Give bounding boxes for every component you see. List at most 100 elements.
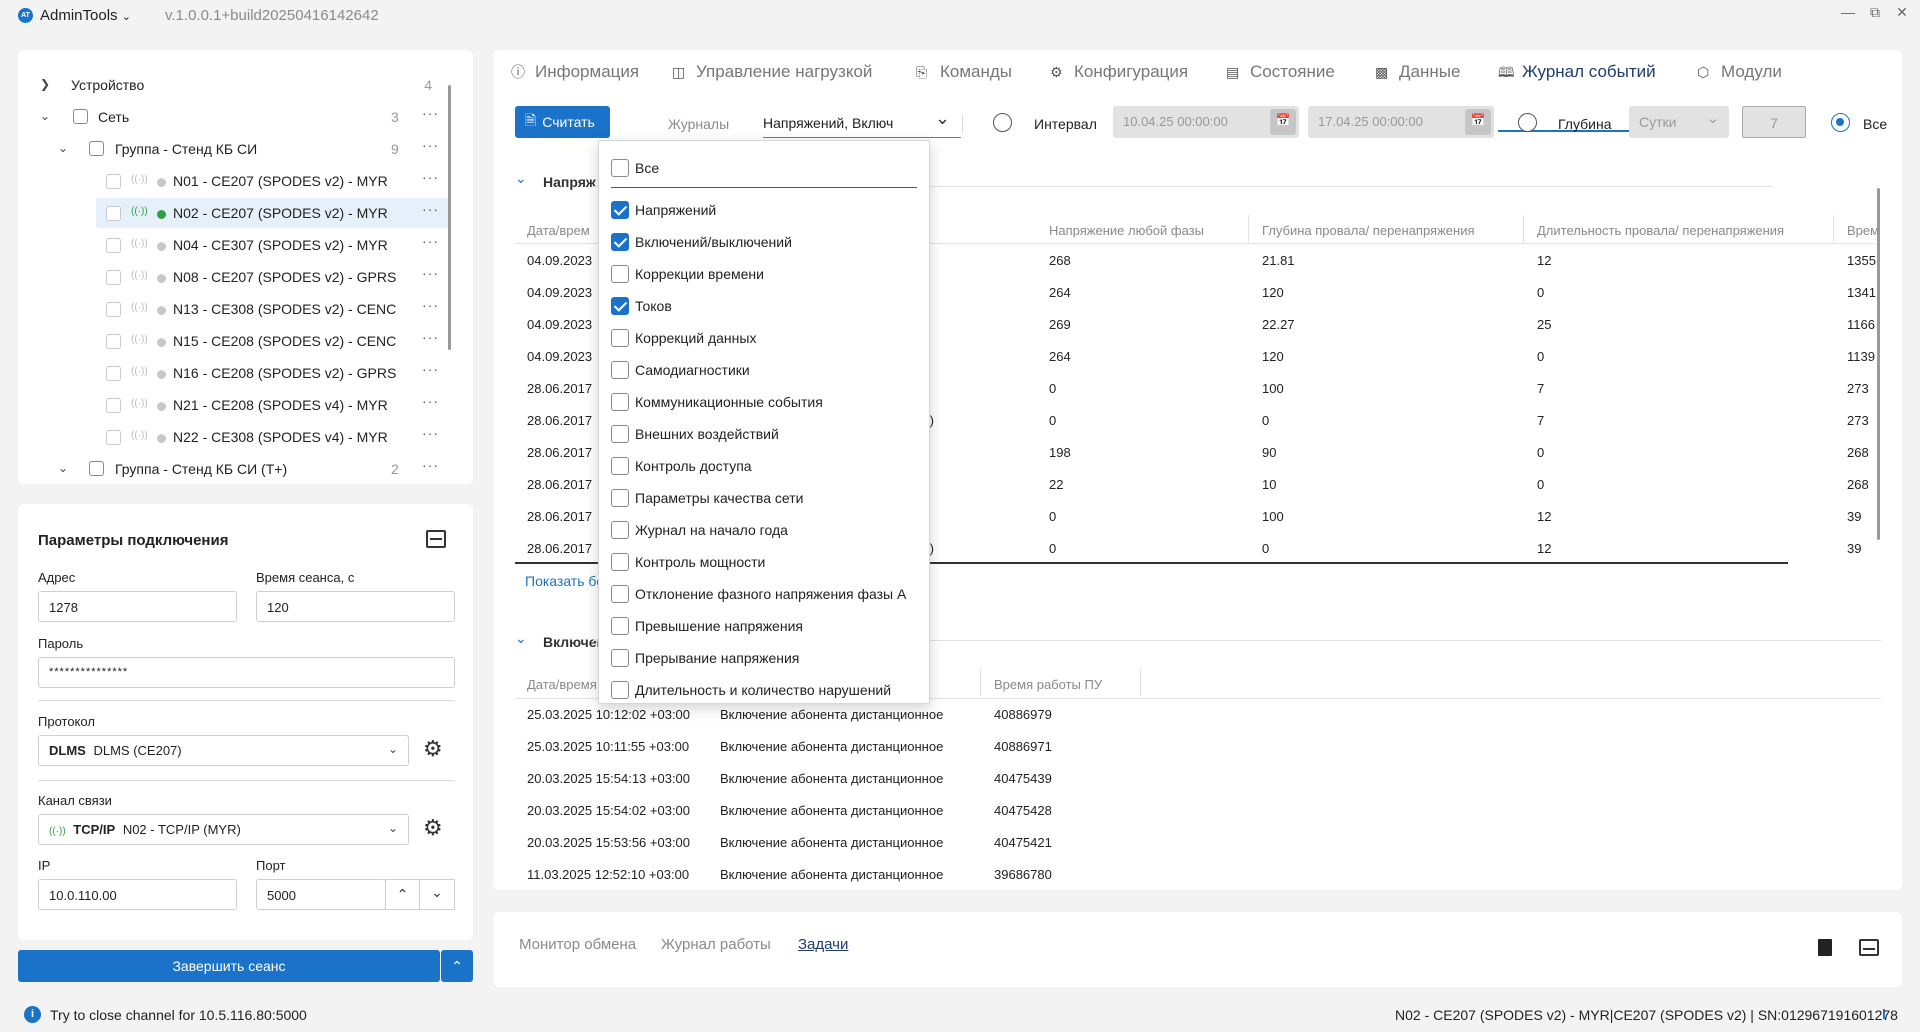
chevron-down-icon[interactable]: ⌄ [58,141,70,155]
depth-unit-select[interactable]: Сутки ⌄ [1629,106,1729,138]
more-options-icon[interactable]: ··· [422,233,438,249]
ip-field[interactable]: 10.0.110.00 [38,879,237,910]
chevron-down-icon[interactable]: ⌄ [515,630,527,647]
tree-node-network[interactable]: ⌄ Сеть 3 ··· [18,102,448,132]
journal-checkbox[interactable] [611,393,629,411]
tree-node-meter[interactable]: ((·)) N22 - CE308 (SPODES v4) - MYR ··· [18,422,448,452]
tree-node-device[interactable]: ❯ Устройство 4 [18,70,448,100]
tree-node-group[interactable]: ⌄ Группа - Стенд КБ СИ 9 ··· [18,134,448,164]
journal-checkbox[interactable] [611,329,629,347]
tree-node-meter-selected[interactable]: ((·)) N02 - CE207 (SPODES v2) - MYR ··· [18,198,448,228]
tree-node-group[interactable]: ⌄ Группа - Стенд КБ СИ (Т+) 2 ··· [18,454,448,484]
tab-data[interactable]: ▩ Данные [1375,62,1460,82]
more-options-icon[interactable]: ··· [422,329,438,345]
column-header[interactable]: Дата/время [527,677,597,692]
channel-settings-icon[interactable]: ⚙ [423,815,443,841]
column-header[interactable]: Время работы ПУ [994,677,1102,692]
channel-select[interactable]: ((·)) TCP/IP N02 - TCP/IP (MYR) ⌄ [38,814,409,845]
tree-node-meter[interactable]: ((·)) N13 - CE308 (SPODES v2) - CENC ··· [18,294,448,324]
protocol-select[interactable]: DLMS DLMS (CE207) ⌄ [38,735,409,766]
app-name-menu[interactable]: AdminTools ⌄ [40,7,131,24]
tree-checkbox[interactable] [106,430,121,445]
more-options-icon[interactable]: ··· [422,265,438,281]
column-separator[interactable] [1523,215,1524,243]
chevron-right-icon[interactable]: ❯ [40,77,52,91]
all-radio[interactable] [1831,113,1850,132]
tab-configuration[interactable]: ⚙ Конфигурация [1050,62,1188,82]
column-header[interactable]: Глубина провала/ перенапряжения [1262,223,1475,238]
end-session-button[interactable]: Завершить сеанс [18,950,440,982]
close-button[interactable]: ✕ [1892,4,1912,24]
tab-state[interactable]: ▤ Состояние [1226,62,1335,82]
journals-select[interactable]: Напряжений, Включ ⌄ [763,106,961,138]
tree-checkbox[interactable] [106,270,121,285]
tab-commands[interactable]: ⎘ Команды [916,62,1012,82]
more-options-icon[interactable]: ··· [422,297,438,313]
column-separator[interactable] [980,668,981,696]
port-field[interactable]: 5000 [256,879,386,910]
column-header[interactable]: Длительность провала/ перенапряжения [1537,223,1784,238]
journal-checkbox[interactable] [611,361,629,379]
journal-checkbox[interactable] [611,457,629,475]
tree-checkbox[interactable] [106,174,121,189]
tree-checkbox[interactable] [106,366,121,381]
depth-radio[interactable] [1518,113,1537,132]
table-vertical-scrollbar[interactable] [1877,188,1880,540]
journal-checkbox[interactable] [611,489,629,507]
tree-checkbox[interactable] [106,398,121,413]
journal-checkbox[interactable] [611,425,629,443]
date-to-field[interactable]: 17.04.25 00:00:00 📅 [1308,106,1494,138]
port-decrement-button[interactable]: ⌄ [419,879,455,910]
address-field[interactable]: 1278 [38,591,237,622]
tree-checkbox[interactable] [73,109,88,124]
tree-scrollbar[interactable] [448,85,451,350]
tree-checkbox[interactable] [89,141,104,156]
more-options-icon[interactable]: ··· [422,425,438,441]
journal-checkbox[interactable] [611,585,629,603]
tab-event-log[interactable]: 🕮 Журнал событий [1498,62,1656,86]
show-more-link[interactable]: Показать бо [525,573,604,589]
tree-node-meter[interactable]: ((·)) N04 - CE307 (SPODES v2) - MYR ··· [18,230,448,260]
end-session-menu-button[interactable]: ⌃ [441,950,473,982]
tree-checkbox[interactable] [106,206,121,221]
journal-checkbox[interactable] [611,265,629,283]
tree-node-meter[interactable]: ((·)) N21 - CE208 (SPODES v4) - MYR ··· [18,390,448,420]
column-separator[interactable] [1248,215,1249,243]
tree-node-meter[interactable]: ((·)) N08 - CE207 (SPODES v2) - GPRS ··· [18,262,448,292]
journal-checkbox[interactable] [611,553,629,571]
password-field[interactable]: *************** [38,657,455,688]
tree-checkbox[interactable] [106,238,121,253]
tree-node-meter[interactable]: ((·)) N01 - CE207 (SPODES v2) - MYR ··· [18,166,448,196]
more-options-icon[interactable]: ··· [422,393,438,409]
more-options-icon[interactable]: ··· [422,361,438,377]
port-increment-button[interactable]: ⌃ [385,879,420,910]
tree-checkbox[interactable] [106,334,121,349]
restore-button[interactable]: ⧉ [1865,4,1885,24]
tree-node-meter[interactable]: ((·)) N15 - CE208 (SPODES v2) - CENC ··· [18,326,448,356]
chevron-down-icon[interactable]: ⌄ [515,170,527,187]
collapse-panel-icon[interactable] [426,530,446,548]
journal-checkbox[interactable] [611,649,629,667]
journal-checkbox[interactable] [611,201,629,219]
expand-panel-icon[interactable] [1859,939,1879,956]
info-icon[interactable]: i [1882,1006,1886,1022]
journal-checkbox[interactable] [611,521,629,539]
protocol-settings-icon[interactable]: ⚙ [423,736,443,762]
tab-info[interactable]: ⓘ Информация [511,62,639,82]
minimize-button[interactable]: — [1838,4,1858,24]
more-options-icon[interactable]: ··· [422,105,438,121]
calendar-icon[interactable]: 📅 [1270,109,1296,135]
tab-tasks[interactable]: Задачи [798,936,848,953]
session-time-field[interactable]: 120 [256,591,455,622]
tab-worklog[interactable]: Журнал работы [661,936,771,953]
more-options-icon[interactable]: ··· [422,137,438,153]
tree-checkbox[interactable] [89,461,104,476]
journal-checkbox[interactable] [611,297,629,315]
date-from-field[interactable]: 10.04.25 00:00:00 📅 [1113,106,1299,138]
tab-monitor[interactable]: Монитор обмена [519,936,636,953]
read-button[interactable]: 🗎 Считать [515,106,610,138]
journal-checkbox[interactable] [611,159,629,177]
journal-checkbox[interactable] [611,233,629,251]
column-header[interactable]: Дата/врем [527,223,590,238]
column-header[interactable]: Напряжение любой фазы [1049,223,1204,238]
